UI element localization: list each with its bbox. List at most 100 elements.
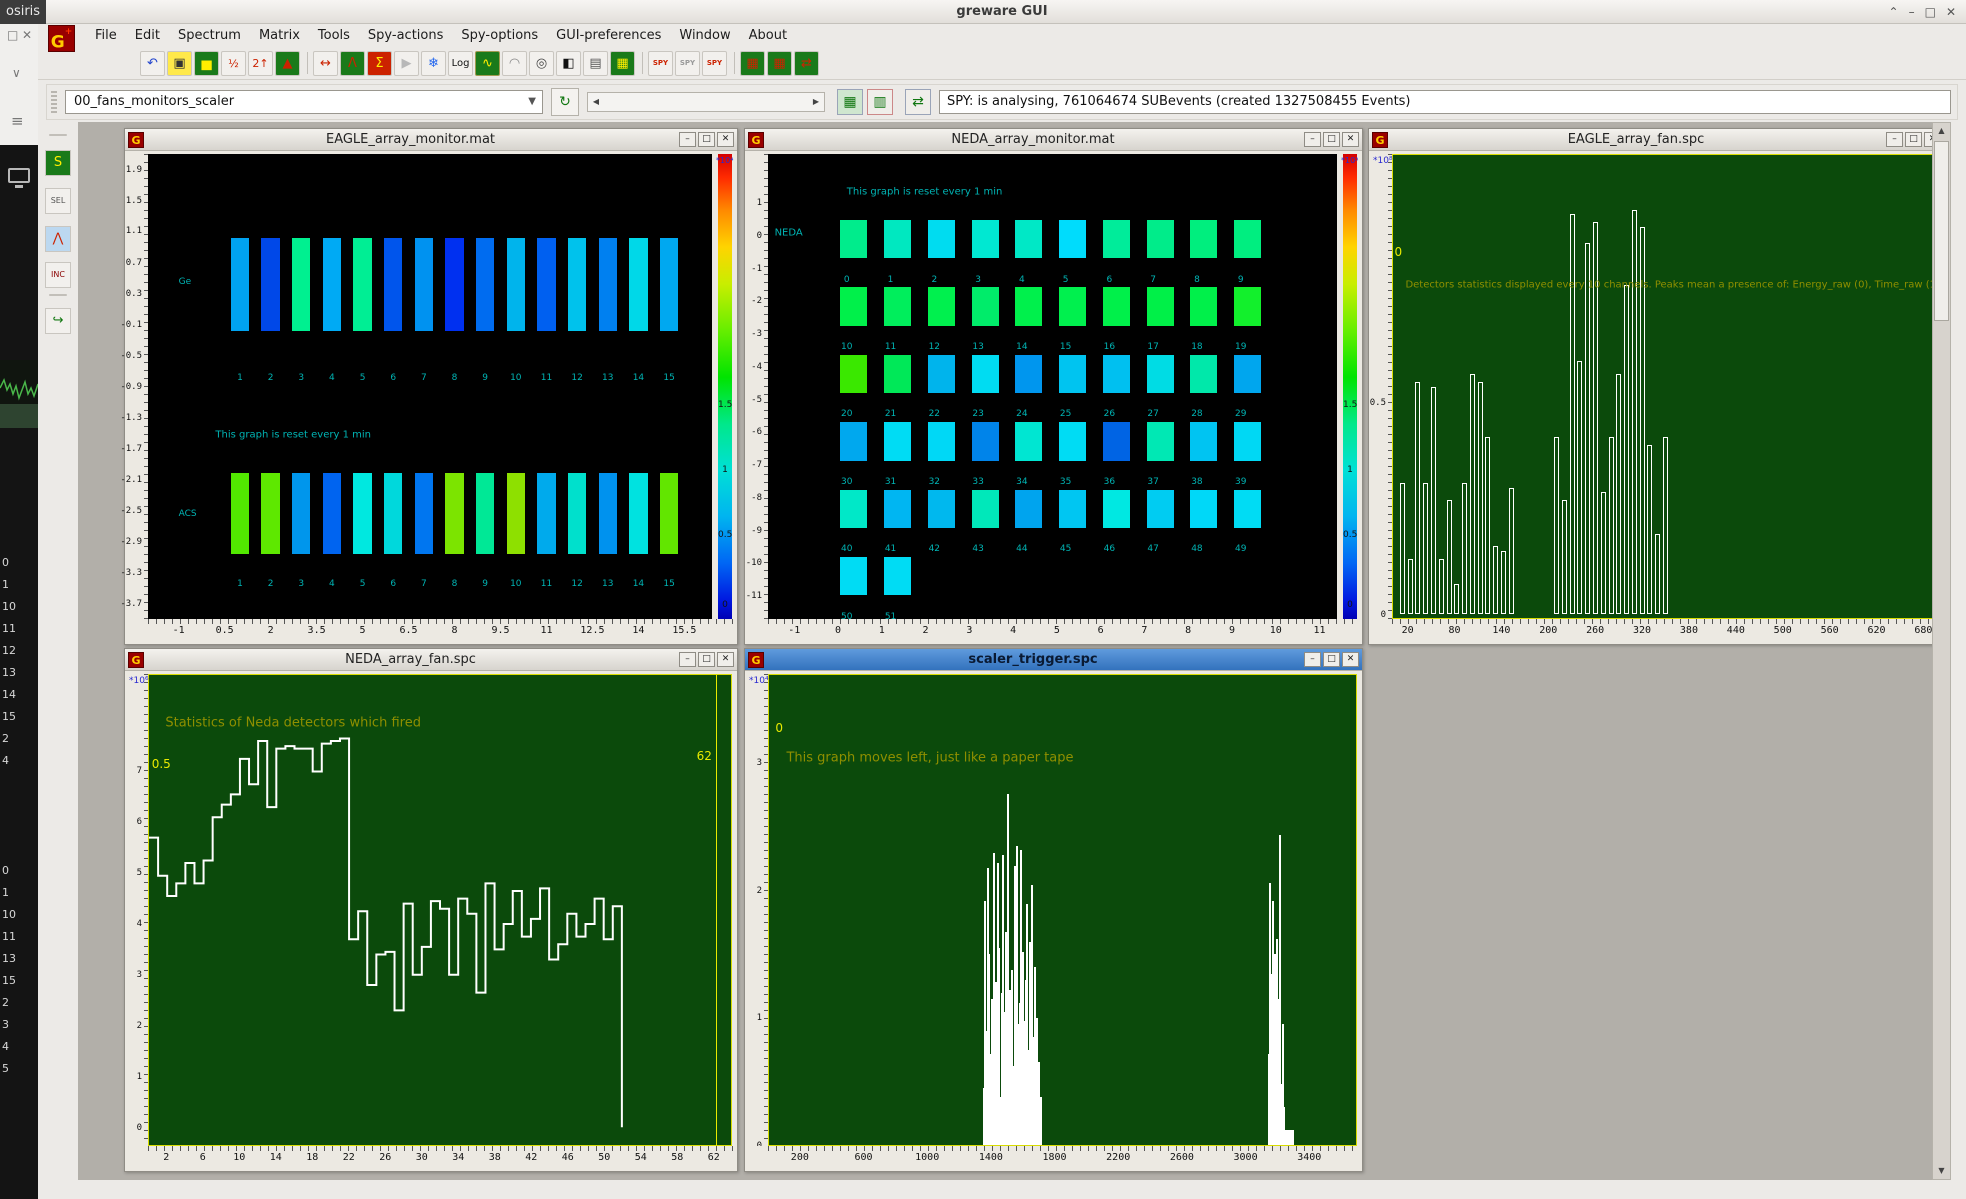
close-button[interactable]: ✕ <box>1342 132 1359 147</box>
spectrum-scrollbar[interactable]: ◀ ▶ <box>587 92 825 112</box>
list-item[interactable]: 3 <box>2 1018 9 1031</box>
list-item[interactable]: 2 <box>2 996 9 1009</box>
mdi-window-scaler_trigger[interactable]: Gscaler_trigger.spc–□✕This graph moves l… <box>744 648 1363 1172</box>
menu-spy-actions[interactable]: Spy-actions <box>359 26 452 45</box>
menu-edit[interactable]: Edit <box>126 26 169 45</box>
list-item[interactable]: 0 <box>2 864 9 877</box>
scale-double-icon[interactable]: 2↑ <box>248 51 273 76</box>
list-item[interactable]: 2 <box>2 732 9 745</box>
list-item[interactable]: 4 <box>2 1040 9 1053</box>
scroll-down-icon[interactable]: ▼ <box>1933 1163 1950 1179</box>
list-item[interactable]: 4 <box>2 754 9 767</box>
minimize-button[interactable]: – <box>1304 132 1321 147</box>
single-view-button[interactable]: ▥ <box>867 89 893 115</box>
mdi-vertical-scrollbar[interactable]: ▲ ▼ <box>1932 122 1951 1180</box>
plot-eagle_monitor[interactable]: Ge123456789101112131415ACS12345678910111… <box>148 154 712 619</box>
scroll-right-icon[interactable]: ▶ <box>808 93 824 111</box>
reload-spectrum-button[interactable]: ↻ <box>551 88 579 116</box>
mdi-window-eagle_fan[interactable]: GEAGLE_array_fan.spc–□✕ Detectors statist… <box>1368 128 1932 645</box>
expand-x-icon[interactable]: ↔ <box>313 51 338 76</box>
smooth-curve-icon[interactable]: ◠ <box>502 51 527 76</box>
window-titlebar[interactable]: GNEDA_array_fan.spc–□✕ <box>125 649 737 671</box>
scroll-up-icon[interactable]: ▲ <box>1933 123 1950 139</box>
list-item[interactable]: 0 <box>2 556 9 569</box>
menu-spy-options[interactable]: Spy-options <box>452 26 547 45</box>
window-titlebar[interactable]: GNEDA_array_monitor.mat–□✕ <box>745 129 1362 151</box>
menu-matrix[interactable]: Matrix <box>250 26 309 45</box>
restore-window-icon[interactable]: □ <box>7 28 18 42</box>
matrix-view-icon[interactable]: ▦ <box>610 51 635 76</box>
maximize-button[interactable]: □ <box>698 132 715 147</box>
host-tab-label[interactable]: osiris <box>0 0 46 24</box>
freeze-icon[interactable]: ❄ <box>421 51 446 76</box>
play-icon[interactable]: ▶ <box>394 51 419 76</box>
window-titlebar[interactable]: GEAGLE_array_fan.spc–□✕ <box>1369 129 1932 151</box>
close-button[interactable]: ✕ <box>1946 5 1956 19</box>
scale-half-icon[interactable]: ½ <box>221 51 246 76</box>
minimize-button[interactable]: – <box>1304 652 1321 667</box>
undo-icon[interactable]: ↶ <box>140 51 165 76</box>
close-icon[interactable]: ✕ <box>22 28 32 42</box>
tile-view-button[interactable]: ▦ <box>837 89 863 115</box>
menu-file[interactable]: File <box>86 26 126 45</box>
plot-eagle_fan[interactable]: Detectors statistics displayed every 10 … <box>1392 154 1932 619</box>
list-item[interactable]: 15 <box>2 710 16 723</box>
matrix-delete-2d-icon[interactable]: ▦ <box>767 51 792 76</box>
minimize-button[interactable]: – <box>679 132 696 147</box>
menu-gui-preferences[interactable]: GUI-preferences <box>547 26 670 45</box>
list-item[interactable]: 11 <box>2 930 16 943</box>
list-item[interactable]: 10 <box>2 908 16 921</box>
maximize-button[interactable]: □ <box>1323 132 1340 147</box>
minimize-button[interactable]: – <box>1886 132 1903 147</box>
close-button[interactable]: ✕ <box>717 132 734 147</box>
list-item[interactable]: 10 <box>2 600 16 613</box>
spectrum-select[interactable]: 00_fans_monitors_scaler ▼ <box>65 90 543 114</box>
swap-view-button[interactable]: ⇄ <box>905 89 931 115</box>
list-item[interactable]: 15 <box>2 974 16 987</box>
keyboard-button[interactable]: ⌃ <box>1889 5 1899 19</box>
sel-icon[interactable]: SEL <box>45 188 71 214</box>
inc-icon[interactable]: INC <box>45 262 71 288</box>
list-item[interactable]: 14 <box>2 688 16 701</box>
list-item[interactable]: 5 <box>2 1062 9 1075</box>
minimize-button[interactable]: – <box>1909 5 1915 19</box>
minimize-button[interactable]: – <box>679 652 696 667</box>
bars-export-icon[interactable]: ⇄ <box>794 51 819 76</box>
peak-icon[interactable]: Λ <box>340 51 365 76</box>
scroll-left-icon[interactable]: ◀ <box>588 93 604 111</box>
spy-restart-icon[interactable]: SPY <box>648 51 673 76</box>
spectra-select-icon[interactable]: S <box>45 150 71 176</box>
list-item[interactable]: 11 <box>2 622 16 635</box>
menu-about[interactable]: About <box>740 26 796 45</box>
maximize-button[interactable]: □ <box>1905 132 1922 147</box>
fit-view-icon[interactable]: ▣ <box>167 51 192 76</box>
spy-stop-icon[interactable]: SPY <box>702 51 727 76</box>
zoom-20-icon[interactable]: ◎ <box>529 51 554 76</box>
spectrum-display-icon[interactable]: ▅ <box>194 51 219 76</box>
spy-play-icon[interactable]: SPY <box>675 51 700 76</box>
mdi-window-neda_fan[interactable]: GNEDA_array_fan.spc–□✕Statistics of Neda… <box>124 648 738 1172</box>
log-scale-button[interactable]: Log <box>448 51 473 76</box>
mdi-window-eagle_monitor[interactable]: GEAGLE_array_monitor.mat–□✕Ge12345678910… <box>124 128 738 645</box>
marker-tool-icon[interactable]: ⋀ <box>45 226 71 252</box>
list-item[interactable]: 13 <box>2 666 16 679</box>
menu-window[interactable]: Window <box>670 26 739 45</box>
close-button[interactable]: ✕ <box>1342 652 1359 667</box>
menu-spectrum[interactable]: Spectrum <box>169 26 250 45</box>
mdi-window-neda_monitor[interactable]: GNEDA_array_monitor.mat–□✕01234567891011… <box>744 128 1363 645</box>
sum-20-icon[interactable]: Σ <box>367 51 392 76</box>
maximize-button[interactable]: □ <box>1323 652 1340 667</box>
maximize-button[interactable]: □ <box>698 652 715 667</box>
window-titlebar[interactable]: Gscaler_trigger.spc–□✕ <box>745 649 1362 671</box>
display-icon[interactable] <box>8 168 30 183</box>
close-button[interactable]: ✕ <box>1924 132 1932 147</box>
matrix-delete-icon[interactable]: ▦ <box>740 51 765 76</box>
chevron-down-icon[interactable]: ∨ <box>12 66 21 80</box>
maximize-button[interactable]: □ <box>1925 5 1936 19</box>
invert-colors-icon[interactable]: ◧ <box>556 51 581 76</box>
hamburger-menu-icon[interactable]: ≡ <box>11 112 24 130</box>
print-icon[interactable]: ▤ <box>583 51 608 76</box>
scrollbar-thumb[interactable] <box>1934 141 1949 321</box>
export-spectrum-icon[interactable]: ↪ <box>45 308 71 334</box>
toolbar-grip[interactable] <box>51 91 57 113</box>
